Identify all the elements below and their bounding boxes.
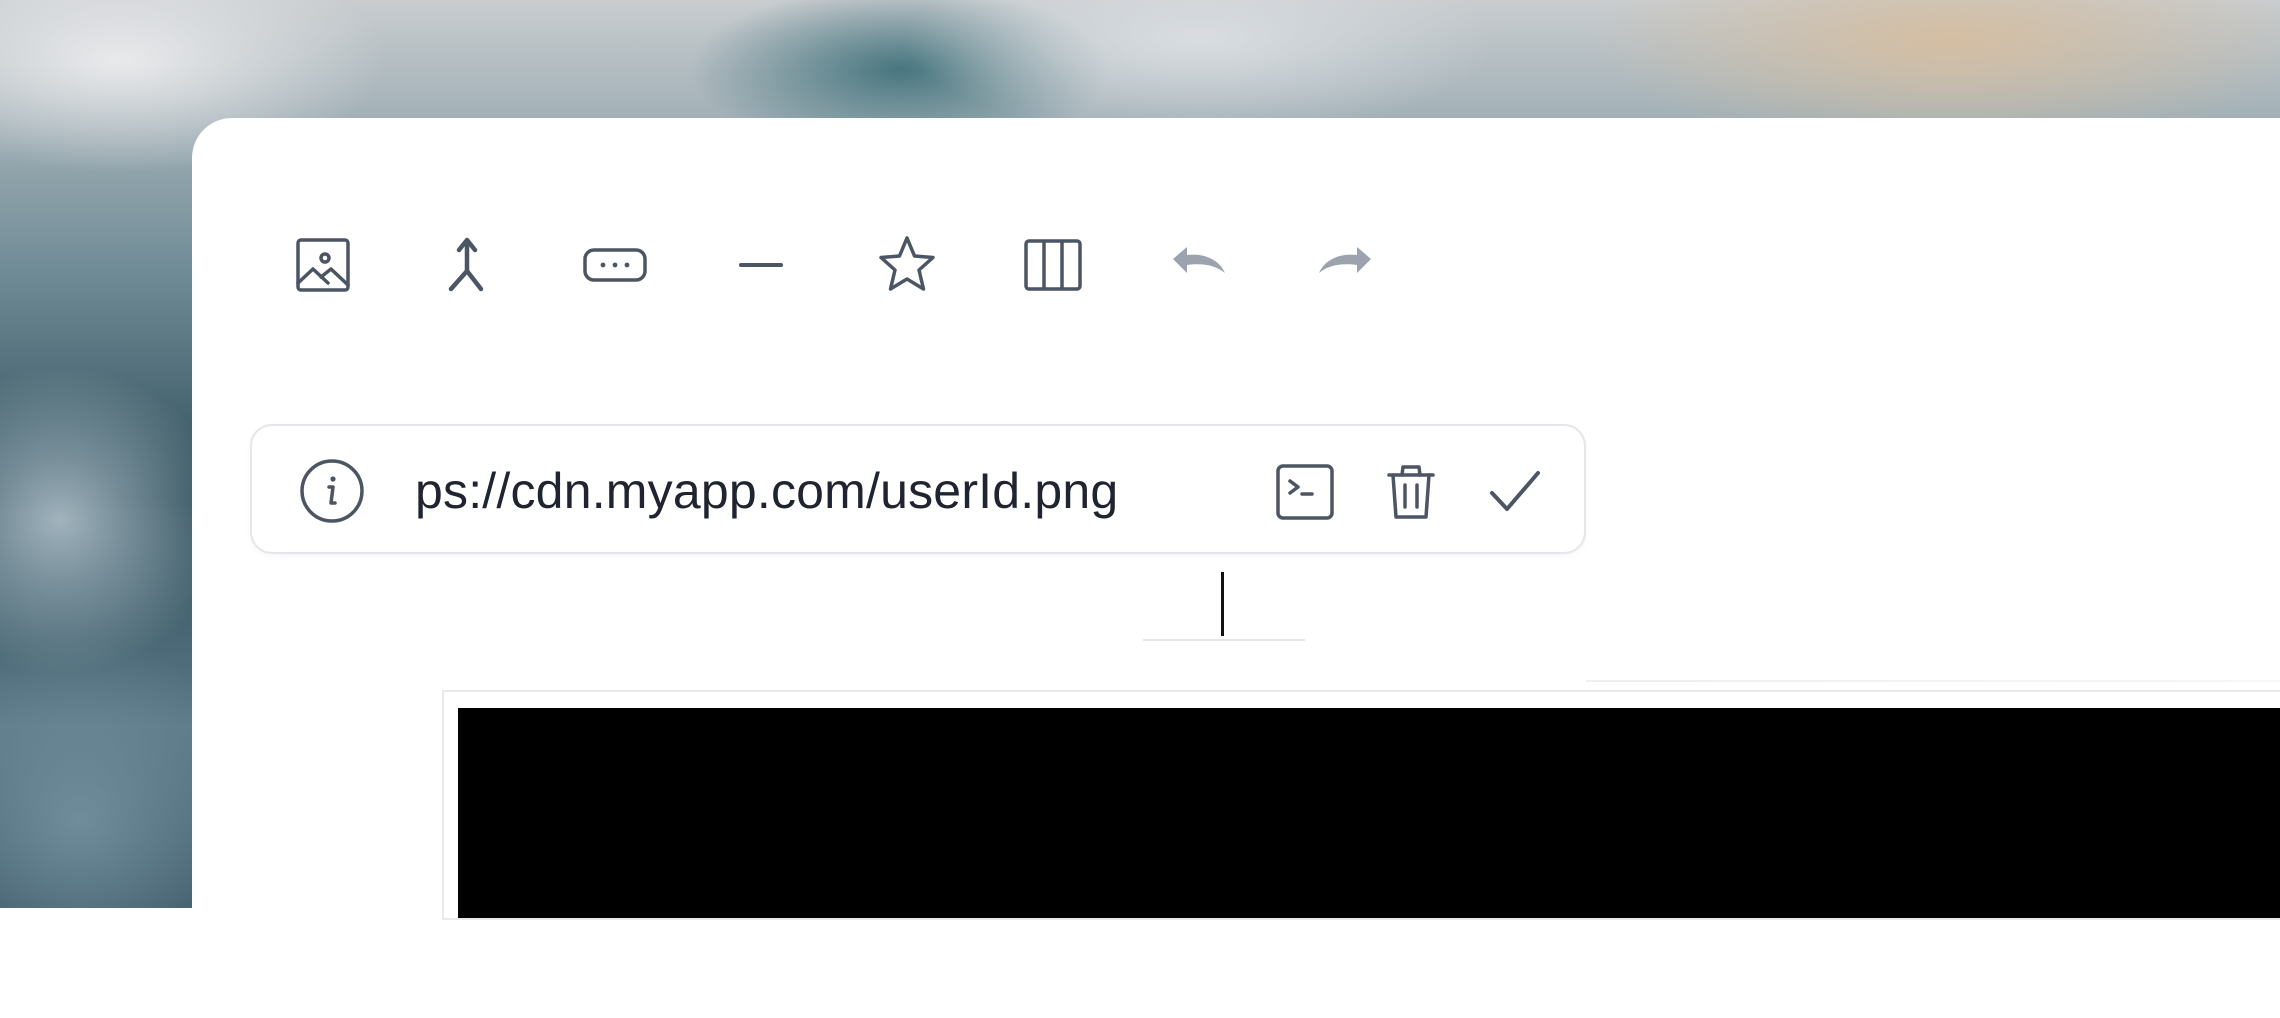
more-options-button[interactable] xyxy=(542,210,688,320)
image-url-input[interactable]: ps://cdn.myapp.com/userId.png xyxy=(415,456,1118,526)
undo-icon xyxy=(1173,247,1225,273)
image-icon xyxy=(296,238,350,292)
favorite-button[interactable] xyxy=(834,210,980,320)
merge-button[interactable] xyxy=(396,210,542,320)
undo-button[interactable] xyxy=(1126,210,1272,320)
columns-button[interactable] xyxy=(980,210,1126,320)
check-icon xyxy=(1490,471,1540,511)
content-divider xyxy=(1586,680,2280,682)
insert-image-button[interactable] xyxy=(250,210,396,320)
more-icon xyxy=(583,248,647,282)
horizontal-rule-button[interactable] xyxy=(688,210,834,320)
confirm-button[interactable] xyxy=(1484,461,1546,523)
columns-icon xyxy=(1024,239,1082,291)
star-icon xyxy=(879,236,935,291)
image-url-editor: ps://cdn.myapp.com/userId.png xyxy=(250,424,1586,554)
redo-icon xyxy=(1319,247,1371,273)
editor-toolbar xyxy=(250,210,1418,320)
redo-button[interactable] xyxy=(1272,210,1418,320)
terminal-icon xyxy=(1276,464,1334,520)
trash-icon xyxy=(1387,465,1435,519)
horizontal-rule-icon xyxy=(739,263,783,267)
info-icon[interactable] xyxy=(298,457,366,525)
embed-code-button[interactable] xyxy=(1274,461,1336,523)
merge-icon xyxy=(448,237,484,292)
delete-button[interactable] xyxy=(1380,461,1442,523)
spellcheck-underline xyxy=(1143,639,1305,641)
text-caret xyxy=(1221,572,1224,636)
image-preview[interactable] xyxy=(458,708,2280,918)
